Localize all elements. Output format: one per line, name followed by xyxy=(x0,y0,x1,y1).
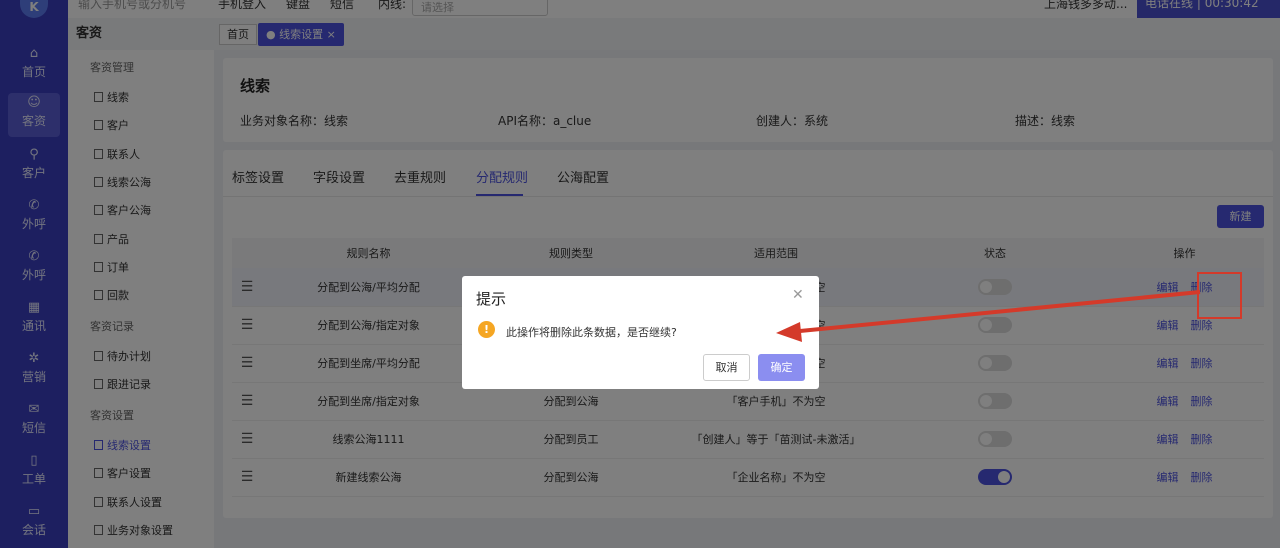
annotation-arrow xyxy=(776,290,1201,342)
